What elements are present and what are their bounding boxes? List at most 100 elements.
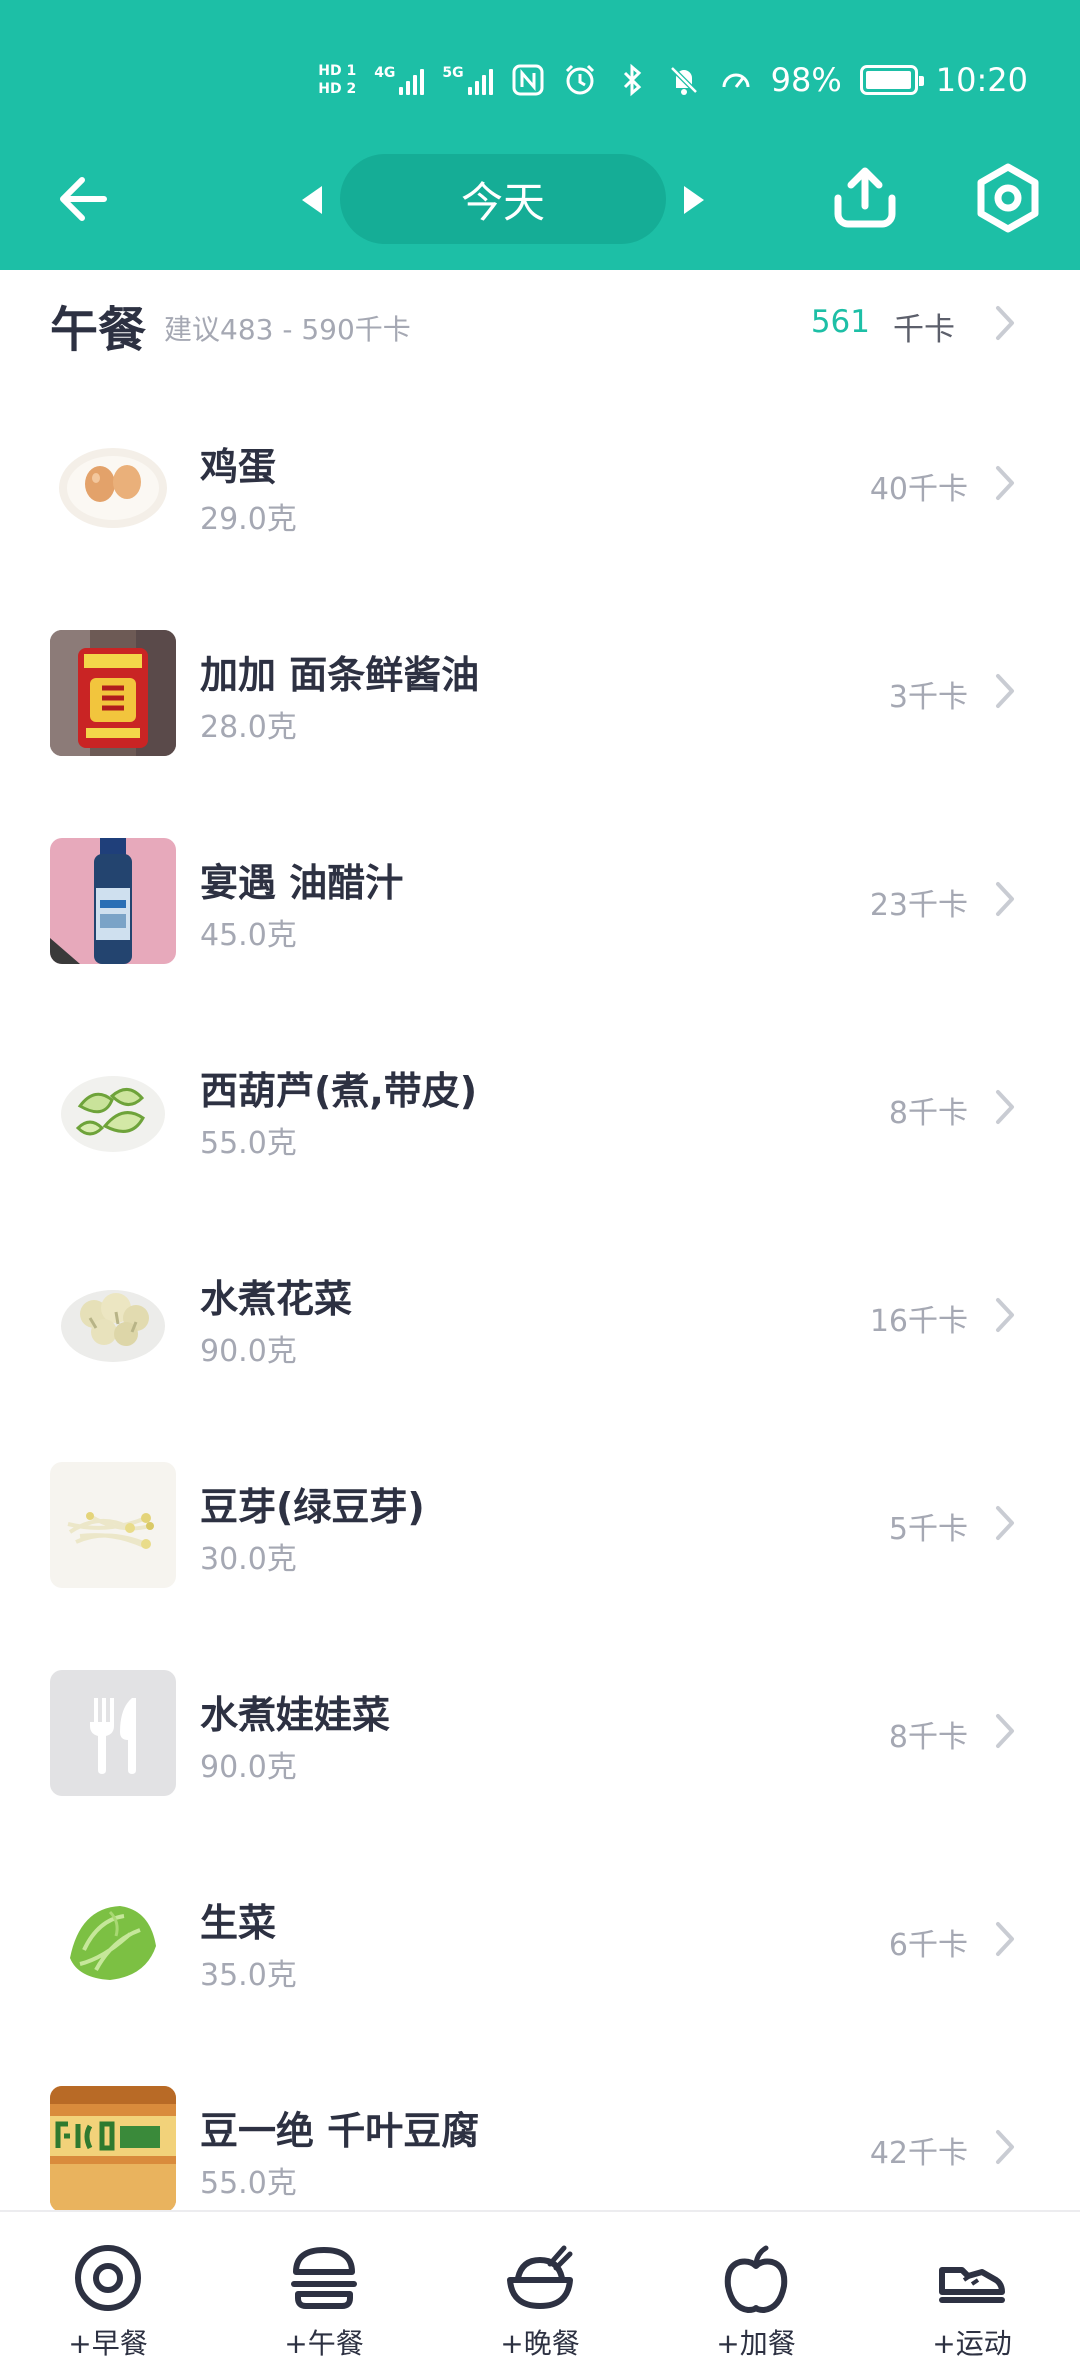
battery-fill bbox=[865, 71, 911, 89]
next-day-icon[interactable] bbox=[680, 184, 708, 216]
previous-day-icon[interactable] bbox=[298, 184, 326, 216]
nfc-icon bbox=[512, 64, 544, 96]
tab-label: +运动 bbox=[932, 2327, 1012, 2360]
fork-knife-placeholder-icon bbox=[50, 1670, 176, 1796]
cauliflower-image bbox=[50, 1254, 176, 1380]
food-list: 鸡蛋 29.0克 40千卡 加加 面条鲜酱油 28.0克 3千卡 宴遇 油醋汁 … bbox=[0, 382, 1080, 2210]
sim-indicator: HD 1 HD 2 bbox=[318, 62, 356, 98]
add-dinner-tab[interactable]: +晚餐 bbox=[432, 2212, 648, 2376]
food-row[interactable]: 宴遇 油醋汁 45.0克 23千卡 bbox=[0, 798, 1080, 1006]
sneaker-icon bbox=[939, 2267, 1005, 2303]
food-name: 豆一绝 千叶豆腐 bbox=[200, 2109, 480, 2153]
food-weight: 30.0克 bbox=[200, 1542, 297, 1577]
hd2-label: HD 2 bbox=[318, 81, 357, 97]
food-row[interactable]: 豆一绝 千叶豆腐 55.0克 42千卡 bbox=[0, 2046, 1080, 2210]
food-name: 鸡蛋 bbox=[200, 445, 277, 489]
bean-sprout-image bbox=[50, 1462, 176, 1588]
food-name: 西葫芦(煮,带皮) bbox=[200, 1069, 478, 1113]
food-kcal: 8千卡 bbox=[888, 1096, 968, 1131]
food-row[interactable]: 鸡蛋 29.0克 40千卡 bbox=[0, 382, 1080, 590]
food-kcal: 23千卡 bbox=[869, 888, 968, 923]
bottom-nav: +早餐 +午餐 +晚餐 +加餐 +运动 bbox=[0, 2210, 1080, 2376]
signal-bars-icon bbox=[467, 65, 493, 95]
tab-label: +午餐 bbox=[284, 2327, 364, 2360]
food-weight: 35.0克 bbox=[200, 1958, 297, 1993]
tab-label: +早餐 bbox=[68, 2327, 148, 2360]
food-kcal: 3千卡 bbox=[888, 680, 968, 715]
net1-label: 4G bbox=[374, 65, 396, 81]
bluetooth-icon bbox=[623, 63, 641, 97]
food-name: 加加 面条鲜酱油 bbox=[200, 653, 480, 697]
battery-icon bbox=[859, 65, 924, 95]
alarm-icon bbox=[565, 64, 594, 95]
apple-icon bbox=[724, 2245, 788, 2313]
status-bar: HD 1 HD 2 4G 5G 98% 10:20 bbox=[318, 56, 1028, 104]
food-row[interactable]: 加加 面条鲜酱油 28.0克 3千卡 bbox=[0, 590, 1080, 798]
food-kcal: 42千卡 bbox=[869, 2136, 968, 2171]
speedometer-icon bbox=[722, 73, 750, 88]
date-selector[interactable]: 今天 bbox=[340, 154, 666, 244]
food-kcal: 6千卡 bbox=[888, 1928, 968, 1963]
back-arrow-icon[interactable] bbox=[50, 164, 120, 234]
food-kcal: 8千卡 bbox=[888, 1720, 968, 1755]
tab-label: +加餐 bbox=[716, 2327, 796, 2360]
food-row[interactable]: 水煮娃娃菜 90.0克 8千卡 bbox=[0, 1630, 1080, 1838]
chevron-right-icon bbox=[996, 466, 1014, 500]
battery-percent: 98% bbox=[770, 61, 842, 99]
egg-image bbox=[50, 422, 176, 548]
lettuce-image bbox=[50, 1878, 176, 2004]
food-weight: 90.0克 bbox=[200, 1334, 297, 1369]
food-row[interactable]: 生菜 35.0克 6千卡 bbox=[0, 1838, 1080, 2046]
food-name: 水煮娃娃菜 bbox=[200, 1693, 391, 1737]
food-name: 豆芽(绿豆芽) bbox=[200, 1485, 425, 1529]
add-lunch-tab[interactable]: +午餐 bbox=[216, 2212, 432, 2376]
signal-bars-icon bbox=[399, 65, 425, 95]
meal-header[interactable]: 午餐 建议483 - 590千卡 561 千卡 bbox=[0, 270, 1080, 382]
settings-hexagon-icon[interactable] bbox=[972, 162, 1044, 234]
chevron-right-icon bbox=[996, 882, 1014, 916]
zucchini-image bbox=[50, 1046, 176, 1172]
meal-suggestion: 建议483 - 590千卡 bbox=[164, 313, 411, 346]
chevron-right-icon bbox=[996, 1090, 1014, 1124]
add-snack-tab[interactable]: +加餐 bbox=[648, 2212, 864, 2376]
food-weight: 45.0克 bbox=[200, 918, 297, 953]
rice-bowl-icon bbox=[507, 2245, 573, 2309]
food-weight: 28.0克 bbox=[200, 710, 297, 745]
signal-5g: 5G bbox=[442, 65, 493, 95]
app-screen: HD 1 HD 2 4G 5G 98% 10:20 今天 午餐 建议483 - … bbox=[0, 0, 1080, 2376]
meal-kcal-total: 561 bbox=[810, 304, 870, 340]
food-weight: 29.0克 bbox=[200, 502, 297, 537]
food-kcal: 40千卡 bbox=[869, 472, 968, 507]
top-bar: HD 1 HD 2 4G 5G 98% 10:20 今天 bbox=[0, 0, 1080, 270]
net2-label: 5G bbox=[442, 65, 464, 81]
food-row[interactable]: 西葫芦(煮,带皮) 55.0克 8千卡 bbox=[0, 1006, 1080, 1214]
vinegar-dressing-bottle-image bbox=[50, 838, 176, 964]
soy-sauce-bottle-image bbox=[50, 630, 176, 756]
food-weight: 55.0克 bbox=[200, 2166, 297, 2201]
food-kcal: 5千卡 bbox=[888, 1512, 968, 1547]
meal-title: 午餐 bbox=[50, 302, 147, 358]
chevron-right-icon bbox=[996, 1714, 1014, 1748]
clock: 10:20 bbox=[935, 61, 1028, 99]
signal-4g: 4G bbox=[374, 65, 425, 95]
food-name: 宴遇 油醋汁 bbox=[200, 861, 404, 905]
food-weight: 55.0克 bbox=[200, 1126, 297, 1161]
chevron-right-icon bbox=[996, 306, 1014, 340]
food-name: 生菜 bbox=[200, 1901, 277, 1945]
add-exercise-tab[interactable]: +运动 bbox=[864, 2212, 1080, 2376]
share-upload-icon[interactable] bbox=[830, 162, 900, 232]
food-weight: 90.0克 bbox=[200, 1750, 297, 1785]
chevron-right-icon bbox=[996, 1298, 1014, 1332]
food-row[interactable]: 豆芽(绿豆芽) 30.0克 5千卡 bbox=[0, 1422, 1080, 1630]
chevron-right-icon bbox=[996, 1506, 1014, 1540]
meal-kcal-unit: 千卡 bbox=[893, 312, 955, 348]
burger-icon bbox=[291, 2247, 357, 2309]
mute-bell-icon bbox=[669, 66, 698, 95]
food-name: 水煮花菜 bbox=[200, 1277, 353, 1321]
add-breakfast-tab[interactable]: +早餐 bbox=[0, 2212, 216, 2376]
food-row[interactable]: 水煮花菜 90.0克 16千卡 bbox=[0, 1214, 1080, 1422]
tab-label: +晚餐 bbox=[500, 2327, 580, 2360]
fried-egg-icon bbox=[75, 2245, 141, 2311]
chevron-right-icon bbox=[996, 1922, 1014, 1956]
hd1-label: HD 1 bbox=[318, 63, 357, 79]
